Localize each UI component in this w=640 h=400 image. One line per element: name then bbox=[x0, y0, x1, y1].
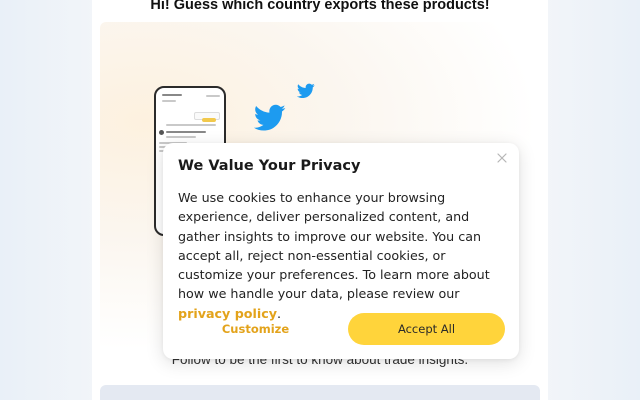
modal-body: We use cookies to enhance your browsing … bbox=[178, 188, 508, 323]
page-title: Hi! Guess which country exports these pr… bbox=[150, 0, 490, 13]
close-icon[interactable] bbox=[495, 151, 509, 165]
twitter-bird-icon bbox=[254, 104, 286, 131]
modal-body-text: We use cookies to enhance your browsing … bbox=[178, 190, 490, 302]
customize-button[interactable]: Customize bbox=[177, 313, 334, 345]
modal-title: We Value Your Privacy bbox=[178, 158, 361, 174]
bottom-panel bbox=[100, 385, 540, 400]
twitter-bird-icon bbox=[297, 83, 315, 99]
accept-all-button[interactable]: Accept All bbox=[348, 313, 505, 345]
cookie-consent-modal: We Value Your Privacy We use cookies to … bbox=[163, 143, 519, 359]
